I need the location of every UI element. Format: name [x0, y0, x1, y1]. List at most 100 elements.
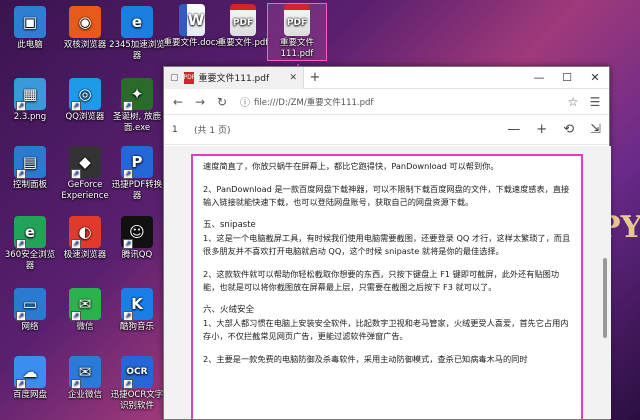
shortcut-arrow-icon: ↗: [16, 239, 26, 249]
app-icon: ◉: [69, 6, 101, 38]
back-button[interactable]: ←: [170, 95, 186, 109]
shortcut-arrow-icon: ↗: [123, 239, 133, 249]
fit-page-icon[interactable]: ⟲: [563, 122, 574, 137]
app-icon: P ↗: [121, 146, 153, 179]
desktop-icon-label: 百度网盘: [12, 390, 47, 400]
desktop-icon-label: 圣诞树, 放鹿面.exe: [113, 112, 161, 133]
shortcut-arrow-icon: ↗: [123, 169, 133, 179]
favorite-icon[interactable]: ☆: [565, 95, 581, 109]
paragraph: 2、PanDownload 是一款百度网盘下载神器，可以不限制下载百度网盘的文件…: [203, 184, 570, 207]
refresh-button[interactable]: ↻: [214, 95, 230, 109]
desktop-icon[interactable]: PDF 重要文件111.pdf: [267, 3, 327, 61]
paragraph: 速度简直了，你放只蜗牛在屏幕上，都比它跑得快，PanDownload 可以帮到你…: [203, 161, 499, 171]
title-bar: ▢ PDF 重要文件111.pdf ✕ + — ☐ ✕: [164, 66, 609, 89]
app-icon: ☺ ↗: [121, 216, 153, 249]
shortcut-arrow-icon: ↗: [123, 379, 133, 389]
desktop-icon-label: 极速浏览器: [63, 250, 107, 260]
desktop-icon-label: 企业微信: [67, 390, 102, 400]
desktop-icon-label: 腾讯QQ: [121, 250, 153, 260]
app-icon: PDF: [230, 4, 256, 36]
shortcut-arrow-icon: ↗: [16, 311, 26, 321]
desktop-icon[interactable]: ▣ 此电脑: [1, 6, 59, 51]
forward-button[interactable]: →: [192, 95, 208, 109]
app-icon: ◎ ↗: [69, 78, 101, 111]
shortcut-arrow-icon: ↗: [123, 101, 133, 111]
browser-tab[interactable]: ▢ PDF 重要文件111.pdf ✕: [164, 66, 304, 89]
shortcut-arrow-icon: ↗: [16, 101, 26, 111]
desktop-icon-label: 此电脑: [17, 40, 43, 50]
desktop-icon[interactable]: ☺ ↗ 腾讯QQ: [108, 216, 166, 261]
zoom-out-button[interactable]: —: [507, 122, 520, 137]
desktop-icon-label: 迅捷PDF转换器: [111, 180, 163, 201]
shortcut-arrow-icon: ↗: [71, 239, 81, 249]
shortcut-arrow-icon: ↗: [71, 101, 81, 111]
desktop-icon-label: 双核浏览器: [63, 40, 107, 50]
close-button[interactable]: ✕: [581, 71, 609, 84]
pdf-page: 速度简直了，你放只蜗牛在屏幕上，都比它跑得快，PanDownload 可以帮到你…: [191, 154, 583, 419]
desktop-icon[interactable]: ☁ ↗ 百度网盘: [1, 356, 59, 401]
maximize-button[interactable]: ☐: [553, 71, 581, 84]
shortcut-arrow-icon: ↗: [71, 169, 81, 179]
desktop-icon[interactable]: e 2345加速浏览器: [108, 6, 166, 62]
reading-list-icon[interactable]: ☰: [587, 95, 603, 109]
desktop-icon-label: 网络: [21, 322, 39, 332]
page-count: (共 1 页): [194, 126, 231, 136]
pdf-toolbar: 1 (共 1 页) — + ⟲ ⇲: [164, 115, 609, 145]
rotate-icon[interactable]: ⇲: [590, 122, 601, 137]
paragraph: 1、这是一个电脑截屏工具，有时候我们使用电脑需要截图，还要登录 QQ 才行，这样…: [203, 233, 571, 256]
app-icon: ▭ ↗: [14, 288, 46, 321]
desktop-icon[interactable]: ▦ ↗ 2.3.png: [1, 78, 59, 123]
pdf-viewer-window: ▢ PDF 重要文件111.pdf ✕ + — ☐ ✕ ← → ↻ ⓘ file…: [163, 66, 611, 420]
desktop-icon[interactable]: K ↗ 酷狗音乐: [108, 288, 166, 333]
address-bar[interactable]: ⓘ file:///D:/ZM/重要文件111.pdf: [236, 93, 559, 111]
paragraph: 1、大部人都习惯在电脑上安装安全软件，比起数字卫视和老马管家，火绒更受人喜爱，首…: [203, 318, 569, 341]
new-tab-button[interactable]: +: [304, 70, 326, 85]
app-icon: ☁ ↗: [14, 356, 46, 389]
desktop-icon[interactable]: ✉ ↗ 企业微信: [56, 356, 114, 401]
desktop-icon-label: 重要文件111.pdf: [279, 38, 314, 59]
tab-title: 重要文件111.pdf: [198, 74, 270, 84]
desktop-icon-label: GeForce Experience: [61, 180, 109, 201]
desktop-icon[interactable]: ✦ ↗ 圣诞树, 放鹿面.exe: [108, 78, 166, 134]
app-icon: ▣: [14, 6, 46, 38]
minimize-button[interactable]: —: [525, 71, 553, 84]
desktop-icon[interactable]: W 重要文件.docx: [163, 4, 221, 49]
desktop-icon[interactable]: ◐ ↗ 极速浏览器: [56, 216, 114, 261]
pdf-content-area[interactable]: 速度简直了，你放只蜗牛在屏幕上，都比它跑得快，PanDownload 可以帮到你…: [164, 146, 611, 419]
tab-menu-icon[interactable]: ▢: [170, 73, 179, 83]
shortcut-arrow-icon: ↗: [71, 311, 81, 321]
desktop-icon[interactable]: ◆ ↗ GeForce Experience: [56, 146, 114, 202]
app-icon: K ↗: [121, 288, 153, 321]
desktop-icon[interactable]: ◎ ↗ QQ浏览器: [56, 78, 114, 123]
desktop-icon[interactable]: ▤ ↗ 控制面板: [1, 146, 59, 191]
paragraph: 2、主要是一款免费的电脑防御及杀毒软件，采用主动防御模式，查杀已知病毒木马的同时: [203, 354, 528, 364]
zoom-in-button[interactable]: +: [536, 122, 547, 137]
desktop-icon-label: 2.3.png: [13, 112, 47, 122]
scrollbar-thumb[interactable]: [603, 258, 607, 338]
desktop-icon-label: 迅捷OCR文字识别软件: [110, 390, 164, 411]
desktop-icon[interactable]: ✉ ↗ 微信: [56, 288, 114, 333]
shortcut-arrow-icon: ↗: [123, 311, 133, 321]
desktop-icon[interactable]: ▭ ↗ 网络: [1, 288, 59, 333]
desktop-icon[interactable]: OCR ↗ 迅捷OCR文字识别软件: [108, 356, 166, 412]
desktop-icon-label: 酷狗音乐: [119, 322, 154, 332]
desktop-icon[interactable]: PDF 重要文件.pdf: [214, 4, 272, 49]
app-icon: ✉ ↗: [69, 288, 101, 321]
app-icon: ◆ ↗: [69, 146, 101, 179]
page-number-input[interactable]: 1: [172, 125, 194, 135]
section-heading: 六、火绒安全: [203, 305, 255, 315]
desktop-icon-label: 微信: [76, 322, 94, 332]
desktop-icon-label: 控制面板: [12, 180, 47, 190]
desktop-icon-label: 2345加速浏览器: [109, 40, 165, 61]
desktop-icon[interactable]: ◉ 双核浏览器: [56, 6, 114, 51]
scrollbar[interactable]: [603, 148, 609, 417]
app-icon: ✉ ↗: [69, 356, 101, 389]
tab-close-icon[interactable]: ✕: [289, 73, 297, 83]
desktop-icon[interactable]: e ↗ 360安全浏览器: [1, 216, 59, 272]
desktop-icon[interactable]: P ↗ 迅捷PDF转换器: [108, 146, 166, 202]
shortcut-arrow-icon: ↗: [16, 169, 26, 179]
app-icon: W: [179, 4, 205, 36]
shortcut-arrow-icon: ↗: [71, 379, 81, 389]
section-heading: 五、snipaste: [203, 220, 256, 230]
desktop-icon-label: 重要文件.pdf: [217, 38, 269, 48]
